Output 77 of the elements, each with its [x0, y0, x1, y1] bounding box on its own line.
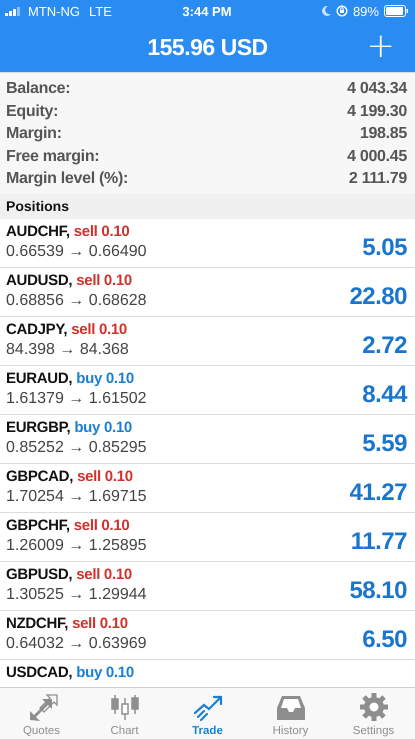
order-label: buy 0.10 [76, 370, 134, 386]
summary-label: Margin: [6, 125, 62, 144]
position-row[interactable]: NZDCHF, sell 0.10 0.64032 → 0.63969 6.50 [0, 610, 415, 660]
price-change: 1.26009 → 1.25895 [6, 536, 147, 554]
tab[interactable]: Trade [166, 688, 249, 739]
order-label: sell 0.10 [71, 320, 127, 338]
profit-value: 22.80 [349, 282, 407, 310]
tab-label: Trade [192, 725, 223, 737]
order-label: sell 0.10 [74, 222, 130, 240]
summary-value: 2 111.79 [348, 170, 407, 188]
summary-value: 198.85 [360, 125, 407, 144]
candlestick-icon [110, 692, 140, 722]
price-change: 84.398 → 84.368 [6, 340, 129, 358]
position-row[interactable]: EURAUD, buy 0.10 1.61379 → 1.61502 8.44 [0, 366, 415, 414]
signal-icon [5, 6, 23, 16]
order-label: buy 0.10 [74, 418, 132, 436]
position-row[interactable]: GBPCHF, sell 0.10 1.26009 → 1.25895 11.77 [0, 512, 415, 562]
profit-value: 41.27 [349, 478, 407, 506]
symbol-label: AUDCHF, [6, 222, 70, 240]
profit-value: 5.59 [362, 430, 407, 458]
position-row[interactable]: EURGBP, buy 0.10 0.85252 → 0.85295 5.59 [0, 414, 415, 464]
price-change: 0.64032 → 0.63969 [6, 634, 147, 652]
moon-icon [322, 6, 331, 16]
tab-label: History [272, 725, 308, 737]
summary-label: Margin level (%): [6, 170, 128, 188]
profit-value: 2.72 [362, 332, 407, 360]
symbol-label: GBPUSD, [6, 566, 72, 582]
tab-label: Settings [352, 725, 394, 737]
carrier-name: MTN-NG [28, 4, 80, 18]
summary-label: Balance: [6, 80, 70, 98]
order-label: sell 0.10 [72, 614, 128, 632]
position-row[interactable]: CADJPY, sell 0.10 84.398 → 84.368 2.72 [0, 316, 415, 366]
rotation-lock-icon [336, 5, 348, 17]
tab-label: Chart [110, 725, 139, 737]
profit-value: 8.44 [362, 380, 407, 408]
order-label: sell 0.10 [74, 516, 130, 534]
order-label: sell 0.10 [76, 272, 132, 288]
position-row[interactable]: GBPUSD, sell 0.10 1.30525 → 1.29944 58.10 [0, 562, 415, 610]
price-change: 1.61379 → 1.61502 [6, 390, 147, 408]
section-header: Positions [0, 194, 415, 218]
summary-value: 4 199.30 [347, 102, 407, 121]
summary-value: 4 000.45 [347, 148, 407, 166]
price-change: 0.66539 → 0.66490 [6, 242, 147, 260]
summary-label: Free margin: [6, 148, 100, 166]
symbol-label: USDCAD, [6, 664, 72, 680]
account-balance-title: 155.96 USD [147, 34, 268, 60]
tab-label: Quotes [22, 725, 60, 737]
position-row[interactable]: AUDCHF, sell 0.10 0.66539 → 0.66490 5.05 [0, 218, 415, 268]
network-type: LTE [89, 4, 112, 18]
summary-label: Equity: [6, 102, 58, 121]
price-change: 1.70254 → 1.69715 [6, 488, 147, 506]
profit-value: 58.10 [349, 576, 407, 604]
symbol-label: NZDCHF, [6, 614, 68, 632]
symbol-label: GBPCAD, [6, 468, 74, 484]
profit-value: 6.50 [362, 626, 407, 654]
battery-icon [384, 5, 409, 17]
position-row[interactable]: GBPCAD, sell 0.10 1.70254 → 1.69715 41.27 [0, 464, 415, 512]
symbol-label: CADJPY, [6, 320, 68, 338]
order-label: buy 0.10 [76, 664, 134, 680]
profit-value: 5.05 [362, 234, 407, 262]
symbol-label: AUDUSD, [6, 272, 72, 288]
symbol-label: EURGBP, [6, 418, 70, 436]
order-label: sell 0.10 [76, 566, 132, 582]
summary-value: 4 043.34 [347, 80, 407, 98]
price-change: 0.68856 → 0.68628 [6, 292, 147, 310]
symbol-label: GBPCHF, [6, 516, 70, 534]
price-change: 0.85252 → 0.85295 [6, 438, 147, 456]
price-change: 1.30525 → 1.29944 [6, 586, 147, 604]
settings-icon [358, 692, 388, 722]
position-row[interactable]: AUDUSD, sell 0.10 0.68856 → 0.68628 22.80 [0, 268, 415, 316]
profit-value: 11.77 [350, 528, 407, 556]
battery-percent: 89% [352, 4, 379, 18]
status-time: 3:44 PM [182, 4, 232, 18]
trend-arrow-icon [192, 694, 224, 722]
inbox-tray-icon [274, 694, 306, 722]
symbol-label: EURAUD, [6, 370, 72, 386]
order-label: sell 0.10 [77, 468, 133, 484]
